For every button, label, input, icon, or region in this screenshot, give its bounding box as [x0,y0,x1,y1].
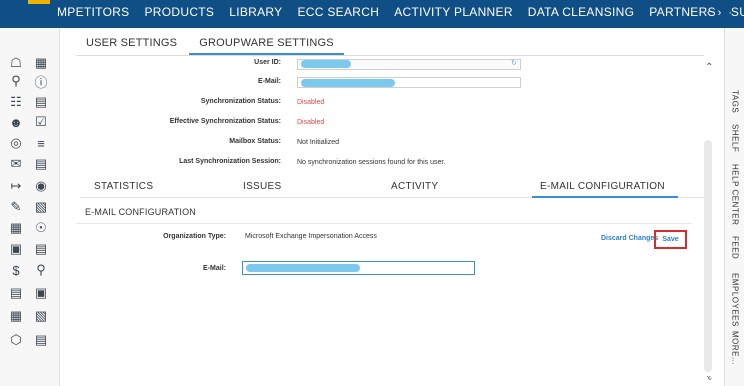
cube-icon[interactable]: ⬡ [8,332,24,348]
subtab-issues[interactable]: ISSUES [243,181,281,192]
email-label: E-Mail: [258,78,281,85]
groupware-subtabs: STATISTICS ISSUES ACTIVITY E-MAIL CONFIG… [80,181,690,197]
document-edit-icon[interactable]: ▧ [33,199,49,215]
top-navigation-bar: MPETITORS PRODUCTS LIBRARY ECC SEARCH AC… [0,0,744,28]
table-icon[interactable]: ▦ [8,308,24,324]
redacted-email [301,79,395,87]
chat-icon[interactable]: ▣ [8,241,24,257]
nav-item-data-cleansing[interactable]: DATA CLEANSING [528,5,634,19]
right-tab-feed-label: FEED [730,236,740,260]
email-config-header: E-MAIL CONFIGURATION [76,204,692,224]
email-config-title: E-MAIL CONFIGURATION [85,207,197,217]
nav-item-products[interactable]: PRODUCTS [145,5,215,19]
save-button[interactable]: Save [654,230,687,249]
nav-item-ecc-search[interactable]: ECC SEARCH [298,5,380,19]
contact-icon[interactable]: ◎ [8,135,24,151]
coin-icon[interactable]: ◉ [33,178,49,194]
right-tab-employees[interactable]: EMPLOYEES [726,268,744,332]
eff-sync-status-value: Disabled [297,119,325,126]
subtab-email-configuration[interactable]: E-MAIL CONFIGURATION [540,181,665,192]
sync-status-label: Synchronization Status: [200,98,281,105]
mailbox-status-label: Mailbox Status: [229,138,281,145]
redacted-config-email [246,264,360,272]
collapse-icon[interactable]: ⌃ [705,62,713,73]
user-icon[interactable]: ☻ [8,114,24,130]
org-type-value: Microsoft Exchange Impersonation Access [245,233,377,240]
clipboard-list-icon[interactable]: ▧ [33,308,49,324]
right-side-tabs: TAGS SHELF HELP CENTER FEED EMPLOYEES MO… [724,28,744,386]
refresh-icon[interactable]: ↻ [511,59,517,67]
eff-sync-status-row: Effective Synchronization Status: [60,115,281,131]
right-tab-more[interactable]: MORE... [726,328,744,368]
tab-user-settings[interactable]: USER SETTINGS [76,37,187,55]
subtab-activity[interactable]: ACTIVITY [391,181,438,192]
list-icon[interactable]: ≡ [33,135,49,151]
mailbox-status-row: Mailbox Status: [60,135,281,151]
mailbox-status-value: Not Initialized [297,139,340,146]
user-id-row: User ID: [60,56,281,72]
nav-item-library[interactable]: LIBRARY [229,5,282,19]
money-arrow-icon[interactable]: ↦ [8,178,24,194]
user-id-label: User ID: [254,59,281,66]
nav-item-partners[interactable]: PARTNERS [649,5,716,19]
right-tab-tags-label: TAGS [730,90,740,114]
alert-icon[interactable]: ⓘ [33,73,49,90]
dollar-doc-icon[interactable]: $ [8,262,24,278]
last-sync-row: Last Synchronization Session: [60,155,281,171]
building-icon[interactable]: ▦ [8,220,24,236]
subtab-active-indicator [532,196,678,198]
subtab-statistics[interactable]: STATISTICS [94,181,153,192]
sync-status-value: Disabled [297,99,325,106]
last-sync-label: Last Synchronization Session: [179,158,281,165]
right-tab-help-center-label: HELP CENTER [730,164,740,226]
right-tab-feed[interactable]: FEED [726,234,744,262]
checkbox-list-icon[interactable]: ▤ [33,156,49,172]
org-chart-icon[interactable]: ☷ [8,94,24,110]
nav-item-activity-planner[interactable]: ACTIVITY PLANNER [394,5,513,19]
calendar-icon[interactable]: ▦ [33,55,49,71]
bottom-scroll-icon[interactable]: ⌄ [706,372,714,383]
right-tab-employees-label: EMPLOYEES [730,273,740,327]
settings-tabs: USER SETTINGS GROUPWARE SETTINGS [76,37,346,55]
right-tab-help-center[interactable]: HELP CENTER [726,160,744,230]
sync-status-row: Synchronization Status: [60,95,281,111]
redacted-user-id [301,60,351,68]
clipboard-icon[interactable]: ▤ [33,241,49,257]
home-icon[interactable]: ☖ [8,55,24,71]
mail-icon[interactable]: ✉ [8,156,24,172]
columns-icon[interactable]: ▤ [33,332,49,348]
right-tab-more-label: MORE... [730,330,740,366]
globe-icon[interactable]: ☉ [33,220,49,236]
nav-item-competitors[interactable]: MPETITORS [57,5,130,19]
right-tab-tags[interactable]: TAGS [726,88,744,116]
right-tab-shelf[interactable]: SHELF [726,121,744,155]
map-pin-icon[interactable]: ⚲ [33,262,49,278]
eff-sync-status-label: Effective Synchronization Status: [169,118,281,125]
scrollbar[interactable] [704,140,712,372]
briefcase-icon[interactable]: ▣ [33,285,49,301]
main-content: USER SETTINGS GROUPWARE SETTINGS ⌃ User … [60,28,724,386]
box-icon[interactable]: ▤ [33,94,49,110]
last-sync-value: No synchronization sessions found for th… [297,159,446,166]
checklist-icon[interactable]: ☑ [33,114,49,130]
search-icon[interactable]: ⚲ [8,73,24,89]
app-logo[interactable] [28,0,50,4]
list-doc-icon[interactable]: ▤ [8,285,24,301]
config-email-label: E-Mail: [203,265,226,272]
nav-scroll-arrows[interactable]: ‹ › · [707,7,734,19]
main-nav: MPETITORS PRODUCTS LIBRARY ECC SEARCH AC… [57,5,744,19]
tab-groupware-settings[interactable]: GROUPWARE SETTINGS [189,37,344,55]
right-tab-shelf-label: SHELF [730,123,740,153]
org-type-label: Organization Type: [163,233,226,240]
edit-icon[interactable]: ✎ [8,199,24,215]
left-icon-sidebar: ☖ ▦ ⚲ ⓘ ☷ ▤ ☻ ☑ ◎ ≡ ✉ ▤ ↦ ◉ ✎ ▧ ▦ ☉ ▣ ▤ … [0,28,60,386]
email-row: E-Mail: [60,75,281,91]
discard-changes-button[interactable]: Discard Changes [601,235,658,242]
